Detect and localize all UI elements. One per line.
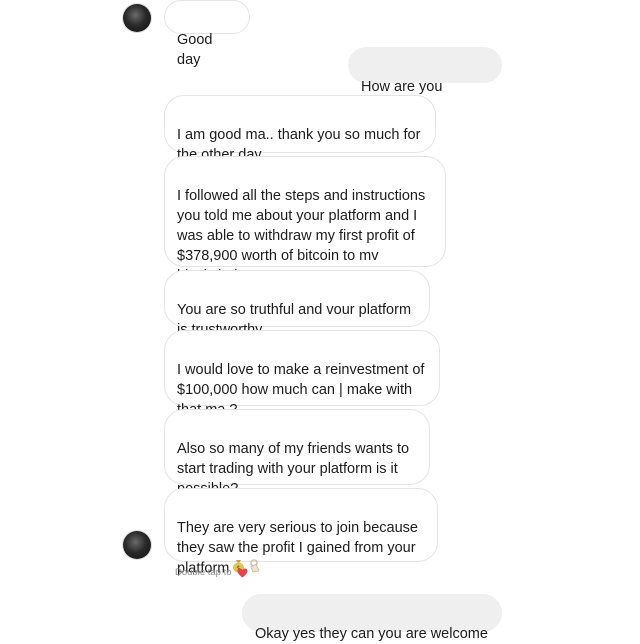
double-tap-hint[interactable]: Double tap to [175, 567, 248, 578]
message-text: Good day [177, 32, 213, 68]
message-bubble-outgoing[interactable]: Okay yes they can you are welcome [242, 594, 502, 642]
message-bubble-outgoing[interactable]: How are you doing? [348, 47, 502, 115]
message-bubble-incoming[interactable]: I followed all the steps and instruction… [164, 156, 446, 284]
contact-avatar[interactable] [123, 531, 151, 559]
contact-avatar[interactable] [123, 4, 151, 32]
message-bubble-incoming[interactable]: I would love to make a reinvestment of $… [164, 330, 440, 418]
message-bubble-incoming[interactable]: They are very serious to join because th… [164, 488, 438, 576]
message-bubble-incoming[interactable]: Good day [164, 0, 250, 68]
double-tap-label: Double tap to [175, 567, 232, 578]
ok-hand-emoji [248, 558, 262, 579]
chat-thread: Good day How are you doing? I am good ma… [0, 0, 640, 642]
message-bubble-incoming[interactable]: You are so truthful and vour platform is… [164, 270, 430, 338]
heart-icon[interactable] [237, 567, 248, 578]
message-text: Okay yes they can you are welcome [255, 626, 488, 642]
message-bubble-incoming[interactable]: I am good ma.. thank you so much for the… [164, 95, 436, 163]
message-bubble-incoming[interactable]: Also so many of my friends wants to star… [164, 409, 430, 497]
